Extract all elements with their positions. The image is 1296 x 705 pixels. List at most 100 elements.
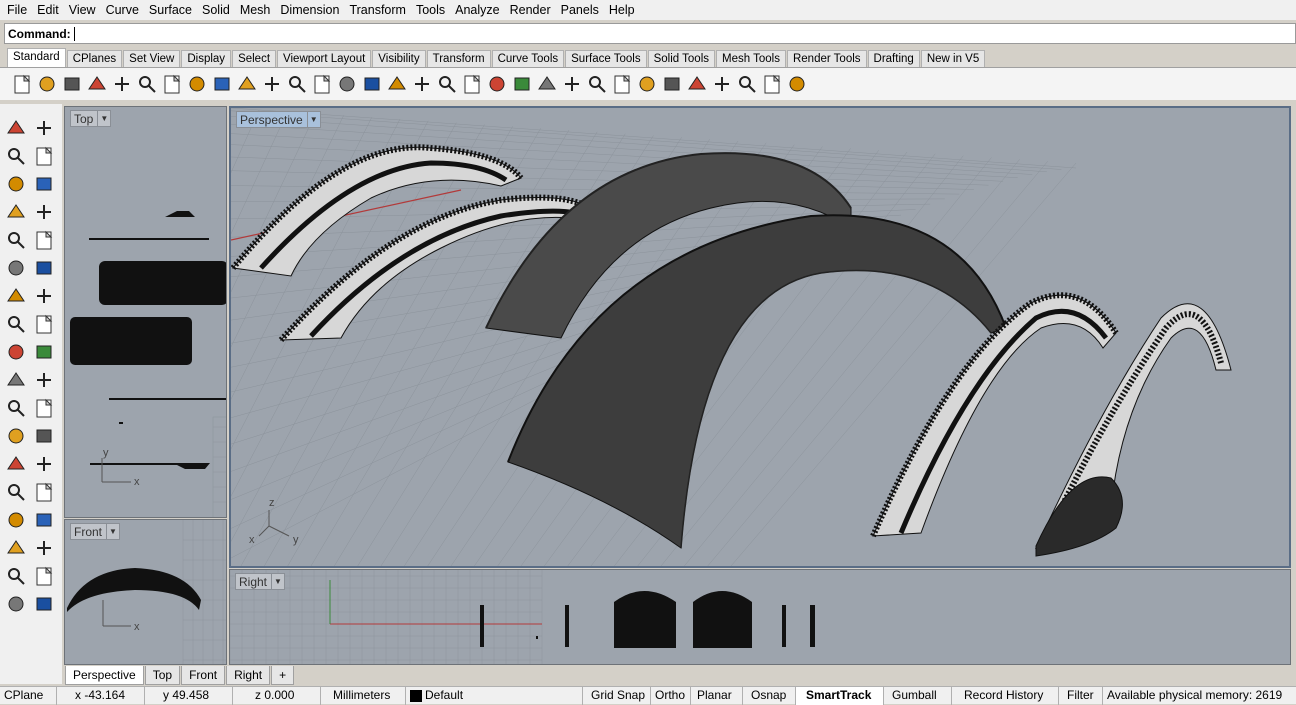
check-icon[interactable] [32,564,56,588]
analyze-icon[interactable] [4,564,28,588]
menu-solid[interactable]: Solid [197,3,235,17]
fillet-curve-icon[interactable] [32,228,56,252]
rectangle-icon[interactable] [32,200,56,224]
curve-icon[interactable] [32,144,56,168]
status-smarttrack[interactable]: SmartTrack [796,686,884,705]
dim-icon[interactable] [710,72,734,96]
render-icon[interactable] [685,72,709,96]
viewport-right-label[interactable]: Right ▼ [235,573,286,590]
trim-icon[interactable] [32,340,56,364]
tab-visibility[interactable]: Visibility [372,50,426,67]
chevron-down-icon[interactable]: ▼ [97,111,110,126]
import-icon[interactable] [110,72,134,96]
mirror-icon[interactable] [32,480,56,504]
viewport-tab-front[interactable]: Front [181,666,226,685]
viewport-tab-top[interactable]: Top [144,666,181,685]
tab-mesh-tools[interactable]: Mesh Tools [716,50,786,67]
polyline-icon[interactable] [4,144,28,168]
viewport-perspective[interactable]: z x y Perspective ▼ [229,106,1291,568]
text-icon[interactable] [4,452,28,476]
move-icon[interactable] [4,368,28,392]
grid-icon[interactable] [4,536,28,560]
menu-render[interactable]: Render [505,3,556,17]
tab-viewport-layout[interactable]: Viewport Layout [277,50,372,67]
viewport-right[interactable]: Right ▼ [229,569,1291,665]
tab-solid-tools[interactable]: Solid Tools [647,50,715,67]
viewport-perspective-label[interactable]: Perspective ▼ [236,111,321,128]
osnap-icon[interactable] [510,72,534,96]
tab-select[interactable]: Select [232,50,277,67]
paint-icon[interactable] [32,592,56,616]
fillet-icon[interactable] [4,424,28,448]
status-osnap[interactable]: Osnap [743,686,796,705]
viewport-tab-perspective[interactable]: Perspective [65,666,144,685]
lock-icon[interactable] [560,72,584,96]
group-icon[interactable] [32,396,56,420]
zoom-window-icon[interactable] [310,72,334,96]
print-icon[interactable] [85,72,109,96]
shaded-icon[interactable] [635,72,659,96]
tab-curve-tools[interactable]: Curve Tools [491,50,565,67]
layer-icon[interactable] [585,72,609,96]
menu-file[interactable]: File [2,3,32,17]
split-icon[interactable] [32,368,56,392]
status-units[interactable]: Millimeters [321,686,406,705]
zoom-selected-icon[interactable] [360,72,384,96]
chevron-down-icon[interactable]: ▼ [306,112,320,127]
grid-icon[interactable] [460,72,484,96]
help-icon[interactable] [785,72,809,96]
menu-transform[interactable]: Transform [344,3,411,17]
status-filter[interactable]: Filter [1059,686,1103,705]
boolean-icon[interactable] [4,396,28,420]
tab-cplanes[interactable]: CPlanes [66,50,123,67]
arc-icon[interactable] [4,200,28,224]
ellipse-icon[interactable] [32,172,56,196]
polygon-icon[interactable] [4,228,28,252]
status-layer[interactable]: Default [406,686,583,705]
viewport-front-label[interactable]: Front ▼ [70,523,121,540]
rotate-view-icon[interactable] [385,72,409,96]
render-shape-icon[interactable] [4,592,28,616]
rendered-icon[interactable] [660,72,684,96]
menu-panels[interactable]: Panels [556,3,604,17]
array-icon[interactable] [4,480,28,504]
viewport-top[interactable]: y x Top ▼ [64,106,227,518]
menu-edit[interactable]: Edit [32,3,64,17]
zoom-extents-icon[interactable] [335,72,359,96]
surface-icon[interactable] [4,256,28,280]
dimension-icon[interactable] [32,452,56,476]
status-ortho[interactable]: Ortho [651,686,691,705]
tab-new-in-v5[interactable]: New in V5 [920,50,986,67]
loft-icon[interactable] [32,256,56,280]
status-grid-snap[interactable]: Grid Snap [583,686,651,705]
tab-surface-tools[interactable]: Surface Tools [565,50,647,67]
tab-transform[interactable]: Transform [426,50,491,67]
status-gumball[interactable]: Gumball [884,686,952,705]
chevron-down-icon[interactable]: ▼ [271,574,284,589]
viewport-top-label[interactable]: Top ▼ [70,110,112,127]
menu-surface[interactable]: Surface [144,3,197,17]
car-icon[interactable] [435,72,459,96]
align-icon[interactable] [32,536,56,560]
light-icon[interactable] [535,72,559,96]
color-icon[interactable] [610,72,634,96]
status-cplane[interactable]: CPlane [0,686,57,705]
cylinder-icon[interactable] [4,312,28,336]
rotate-icon[interactable] [260,72,284,96]
menu-mesh[interactable]: Mesh [235,3,276,17]
hatch-icon[interactable] [32,508,56,532]
copy-icon[interactable] [160,72,184,96]
new-icon[interactable] [10,72,34,96]
command-line[interactable]: Command: [4,23,1296,44]
tab-drafting[interactable]: Drafting [867,50,920,67]
menu-analyze[interactable]: Analyze [450,3,504,17]
menu-view[interactable]: View [64,3,101,17]
circle-icon[interactable] [4,172,28,196]
paste-icon[interactable] [185,72,209,96]
mesh-icon[interactable] [32,312,56,336]
cut-icon[interactable] [135,72,159,96]
menu-dimension[interactable]: Dimension [275,3,344,17]
tab-display[interactable]: Display [181,50,232,67]
tab-set-view[interactable]: Set View [123,50,181,67]
gear-icon[interactable] [735,72,759,96]
